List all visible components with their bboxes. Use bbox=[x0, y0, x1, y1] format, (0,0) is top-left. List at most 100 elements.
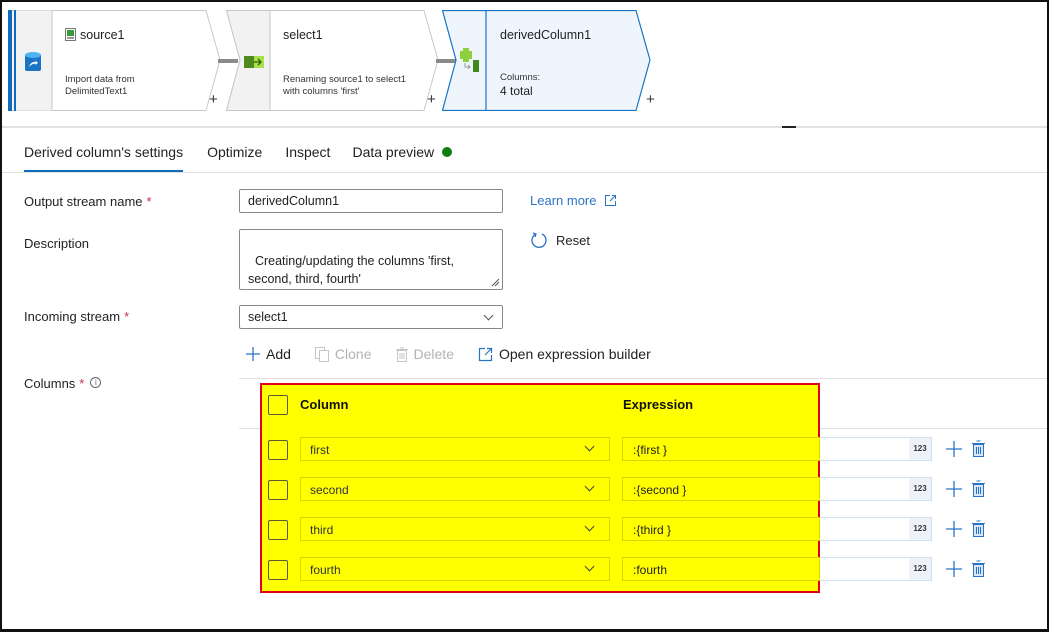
row-checkbox[interactable] bbox=[268, 440, 288, 460]
expression-value: :{third } bbox=[633, 523, 672, 537]
description-label: Description bbox=[24, 236, 90, 251]
delete-row-trash-icon[interactable] bbox=[972, 560, 985, 582]
add-row-plus-icon[interactable] bbox=[946, 560, 962, 582]
button-label: Open expression builder bbox=[498, 346, 651, 362]
expression-input[interactable]: :{third } 123 bbox=[622, 517, 932, 541]
add-column-button[interactable]: Add bbox=[246, 346, 291, 362]
node-description: Import data from DelimitedText1 bbox=[65, 74, 135, 98]
incoming-stream-label: Incoming stream * bbox=[24, 309, 129, 324]
columns-label: Columns * i bbox=[24, 376, 102, 391]
row-checkbox[interactable] bbox=[268, 560, 288, 580]
row-actions bbox=[946, 520, 985, 542]
label-text: Columns bbox=[24, 376, 76, 391]
reset-button[interactable]: Reset bbox=[530, 231, 590, 249]
output-stream-name-input[interactable] bbox=[239, 189, 503, 213]
column-name-select[interactable]: fourth bbox=[300, 557, 610, 581]
node-description-line: Renaming source1 to select1 bbox=[283, 74, 407, 85]
column-name-select[interactable]: second bbox=[300, 477, 610, 501]
expression-input[interactable]: :{second } 123 bbox=[622, 477, 932, 501]
select-transform-icon bbox=[244, 55, 264, 73]
delete-column-button[interactable]: Delete bbox=[395, 346, 454, 362]
node-title: select1 bbox=[283, 28, 323, 42]
row-checkbox[interactable] bbox=[268, 520, 288, 540]
column-name-select[interactable]: first bbox=[300, 437, 610, 461]
external-link-icon bbox=[478, 347, 493, 361]
resize-grip-icon[interactable] bbox=[490, 277, 500, 287]
tab-optimize[interactable]: Optimize bbox=[207, 140, 262, 172]
row-actions bbox=[946, 440, 985, 462]
pipeline-node-source1[interactable]: source1 Import data from DelimitedText1 bbox=[8, 10, 222, 111]
derived-column-icon bbox=[460, 48, 480, 79]
label-text: Incoming stream bbox=[24, 309, 121, 324]
node-description-line: with columns 'first' bbox=[283, 86, 360, 97]
pipeline-node-select1[interactable]: select1 Renaming source1 to select1 with… bbox=[226, 10, 440, 111]
incoming-stream-select[interactable]: select1 bbox=[239, 305, 503, 329]
tab-inspect[interactable]: Inspect bbox=[285, 140, 330, 172]
expression-value: :{second } bbox=[633, 483, 687, 497]
link-text: Learn more bbox=[530, 193, 597, 208]
info-icon[interactable]: i bbox=[90, 377, 102, 388]
pipeline-canvas: source1 Import data from DelimitedText1 … bbox=[2, 2, 1047, 128]
expression-input[interactable]: :fourth 123 bbox=[622, 557, 932, 581]
node-title: derivedColumn1 bbox=[500, 28, 592, 42]
column-name-value: second bbox=[310, 483, 349, 497]
add-row-plus-icon[interactable] bbox=[946, 440, 962, 462]
column-name-select[interactable]: third bbox=[300, 517, 610, 541]
type-badge-number: 123 bbox=[909, 518, 931, 540]
plus-icon bbox=[246, 347, 260, 361]
reset-icon bbox=[531, 232, 547, 248]
button-label: Delete bbox=[413, 346, 454, 362]
label-text: Output stream name bbox=[24, 194, 143, 209]
type-badge-number: 123 bbox=[909, 558, 931, 580]
node-column-count: 4 total bbox=[500, 84, 533, 98]
node-title: source1 bbox=[80, 28, 125, 42]
node-description-label: Columns: bbox=[500, 72, 541, 83]
panel-resize-handle[interactable] bbox=[782, 126, 796, 128]
chevron-down-icon bbox=[584, 521, 595, 532]
columns-toolbar: Add Clone Delete Open expression builder bbox=[246, 346, 675, 362]
tabs-divider bbox=[2, 172, 1047, 173]
column-header-column: Column bbox=[300, 397, 349, 412]
expression-value: :{first } bbox=[633, 443, 668, 457]
node-description-line: DelimitedText1 bbox=[65, 86, 128, 97]
tab-label: Derived column's settings bbox=[24, 144, 184, 160]
learn-more-link[interactable]: Learn more bbox=[530, 193, 617, 208]
settings-tabs: Derived column's settings Optimize Inspe… bbox=[24, 140, 476, 172]
tab-data-preview[interactable]: Data preview bbox=[352, 140, 453, 172]
row-actions bbox=[946, 480, 985, 502]
external-link-icon bbox=[605, 195, 617, 206]
delete-row-trash-icon[interactable] bbox=[972, 440, 985, 462]
toolbar-divider bbox=[239, 378, 1047, 379]
add-row-plus-icon[interactable] bbox=[946, 520, 962, 542]
add-after-derivedcolumn1-button[interactable]: + bbox=[646, 92, 655, 107]
column-name-value: fourth bbox=[310, 563, 341, 577]
reset-label: Reset bbox=[556, 232, 590, 248]
pipeline-node-derivedcolumn1[interactable]: derivedColumn1 Columns: 4 total bbox=[442, 10, 656, 111]
tab-derived-column-settings[interactable]: Derived column's settings bbox=[24, 140, 184, 172]
delete-row-trash-icon[interactable] bbox=[972, 520, 985, 542]
add-row-plus-icon[interactable] bbox=[946, 480, 962, 502]
type-badge-number: 123 bbox=[909, 438, 931, 460]
button-label: Clone bbox=[334, 346, 372, 362]
add-after-source1-button[interactable]: + bbox=[209, 92, 218, 107]
tab-label: Data preview bbox=[352, 144, 435, 160]
required-mark: * bbox=[124, 309, 130, 324]
row-checkbox[interactable] bbox=[268, 480, 288, 500]
delete-row-trash-icon[interactable] bbox=[972, 480, 985, 502]
row-actions bbox=[946, 560, 985, 582]
status-dot-icon bbox=[442, 147, 453, 157]
tab-label: Inspect bbox=[285, 144, 331, 160]
description-textarea[interactable]: Creating/updating the columns 'first, se… bbox=[239, 229, 503, 290]
csv-file-icon bbox=[65, 28, 76, 46]
type-badge-number: 123 bbox=[909, 478, 931, 500]
add-after-select1-button[interactable]: + bbox=[427, 92, 436, 107]
open-expression-builder-button[interactable]: Open expression builder bbox=[478, 346, 651, 362]
select-all-checkbox[interactable] bbox=[268, 395, 288, 415]
column-name-value: third bbox=[310, 523, 334, 537]
expression-value: :fourth bbox=[633, 563, 668, 577]
clone-column-button[interactable]: Clone bbox=[314, 346, 372, 362]
node-description-line: Import data from bbox=[65, 74, 135, 85]
expression-input[interactable]: :{first } 123 bbox=[622, 437, 932, 461]
output-stream-label: Output stream name * bbox=[24, 194, 152, 209]
database-icon bbox=[24, 51, 42, 78]
